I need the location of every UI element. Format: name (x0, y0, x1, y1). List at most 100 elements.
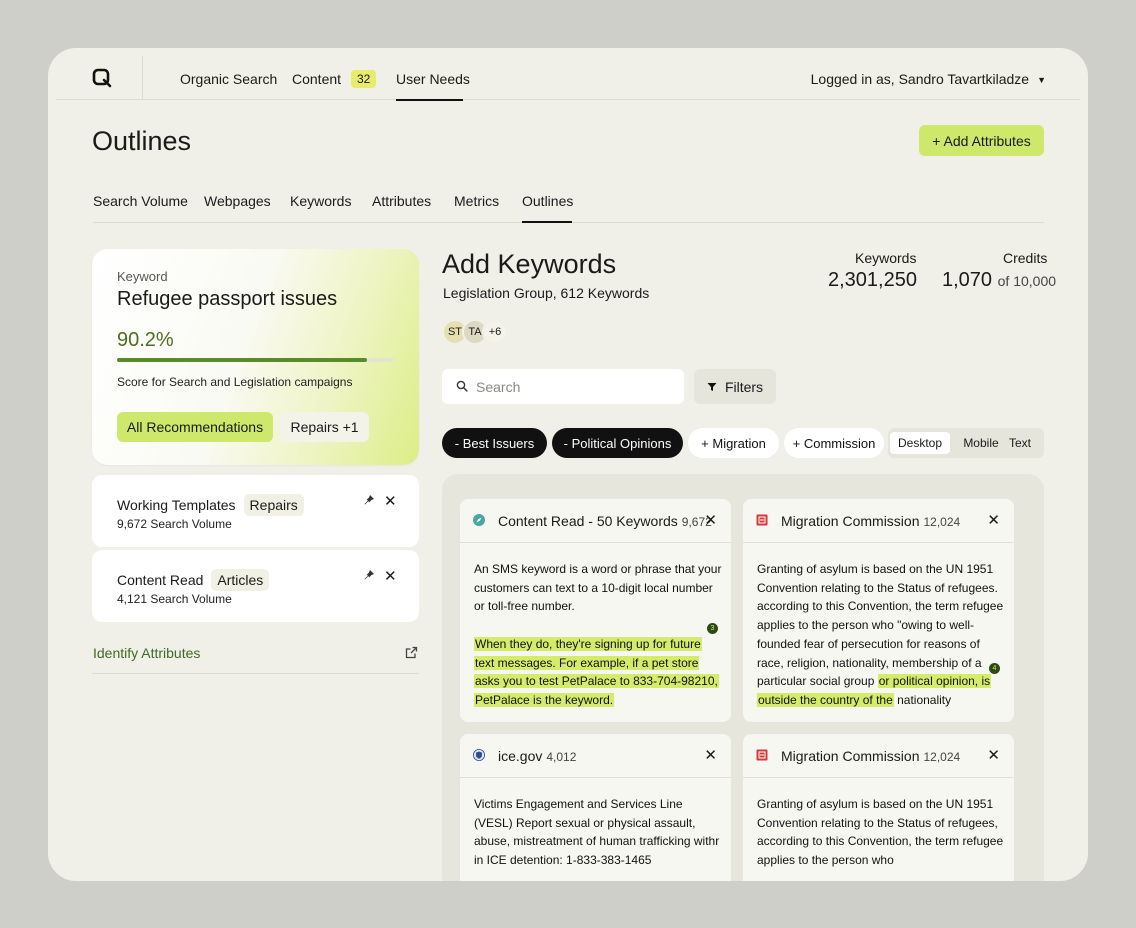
result-card[interactable]: Migration Commission 12,024 ✕ Granting of… (743, 499, 1014, 722)
result-card[interactable]: Migration Commission 12,024 ✕ Granting of… (743, 734, 1014, 881)
result-card-header: ice.gov 4,012 ✕ (460, 734, 731, 778)
template-card-content-read[interactable]: Content Read Articles 4,121 Search Volume… (92, 550, 419, 622)
template-tag: Repairs (243, 494, 304, 516)
result-text-continued: nationality (897, 692, 952, 707)
template-search-volume: 4,121 Search Volume (117, 592, 232, 606)
keyword-score-card: Keyword Refugee passport issues 90.2% Sc… (92, 249, 419, 465)
tab-webpages[interactable]: Webpages (204, 193, 271, 209)
result-title: Migration Commission 12,024 (781, 748, 960, 764)
close-icon[interactable]: ✕ (704, 511, 717, 529)
close-icon[interactable]: ✕ (987, 746, 1000, 764)
compass-icon (473, 514, 485, 526)
credits-stat-label: Credits (1003, 250, 1048, 266)
chip-migration[interactable]: + Migration (688, 428, 779, 458)
result-body: Victims Engagement and Services Line (VE… (474, 797, 720, 868)
external-link-icon[interactable] (404, 645, 419, 660)
app-window: Organic Search Content 32 User Needs Log… (48, 48, 1088, 881)
result-title-text: Content Read - 50 Keywords (498, 513, 678, 529)
template-title: Working Templates Repairs (117, 494, 304, 516)
view-option-mobile[interactable]: Mobile (958, 432, 1004, 454)
result-title: Content Read - 50 Keywords 9,672 (498, 513, 712, 529)
filter-icon (707, 382, 717, 391)
view-mode-toggle: Desktop Mobile Text (888, 428, 1044, 458)
active-tab-indicator (522, 221, 572, 223)
result-title-text: Migration Commission (781, 513, 920, 529)
add-attributes-button[interactable]: + Add Attributes (919, 125, 1044, 156)
content-count-badge: 32 (351, 70, 377, 88)
tab-attributes[interactable]: Attributes (372, 193, 431, 209)
tab-keywords[interactable]: Keywords (290, 193, 351, 209)
highlight-marker[interactable]: 4 (989, 663, 1000, 674)
caret-down-icon: ▼ (1037, 75, 1046, 85)
close-icon[interactable]: ✕ (704, 746, 717, 764)
divider (92, 673, 419, 674)
repairs-button[interactable]: Repairs +1 (280, 412, 369, 442)
result-card[interactable]: Content Read - 50 Keywords 9,672 ✕ An SMS… (460, 499, 731, 722)
identify-attributes-link[interactable]: Identify Attributes (93, 645, 200, 661)
template-tag: Articles (211, 569, 270, 591)
template-card-working-templates[interactable]: Working Templates Repairs 9,672 Search Vo… (92, 475, 419, 547)
page-title: Outlines (92, 126, 192, 156)
document-icon (756, 749, 768, 761)
nav-item-user-needs[interactable]: User Needs (396, 71, 470, 87)
nav-item-content[interactable]: Content (292, 71, 341, 87)
template-search-volume: 9,672 Search Volume (117, 517, 232, 531)
close-icon[interactable]: ✕ (384, 492, 397, 510)
result-text: Granting of asylum is based on the UN 19… (757, 562, 1004, 689)
highlight-marker[interactable]: 3 (707, 623, 718, 634)
filters-label: Filters (724, 378, 764, 395)
credits-total: of 10,000 (997, 273, 1057, 289)
keywords-stat-value: 2,301,250 (828, 269, 917, 291)
search-input[interactable] (476, 377, 671, 397)
shield-seal-icon (473, 749, 485, 761)
keyword-score: 90.2% (117, 329, 174, 351)
search-icon (456, 380, 468, 392)
keyword-label: Keyword (117, 269, 168, 284)
result-body: Granting of asylum is based on the UN 19… (757, 797, 1004, 868)
top-navigation: Organic Search Content 32 User Needs Log… (56, 48, 1080, 101)
document-icon (756, 514, 768, 526)
tab-metrics[interactable]: Metrics (454, 193, 499, 209)
chip-political-opinions[interactable]: - Political Opinions (552, 428, 683, 458)
tab-bar: Search Volume Webpages Keywords Attribut… (93, 193, 1044, 223)
active-nav-indicator (396, 99, 463, 101)
result-title: Migration Commission 12,024 (781, 513, 960, 529)
chip-commission[interactable]: + Commission (784, 428, 884, 458)
add-keywords-subtitle: Legislation Group, 612 Keywords (443, 285, 650, 301)
result-card-header: Content Read - 50 Keywords 9,672 ✕ (460, 499, 731, 543)
logo-icon[interactable] (92, 68, 112, 88)
template-title-text: Content Read (117, 572, 204, 588)
pin-icon[interactable] (363, 569, 375, 581)
search-field[interactable] (442, 369, 684, 404)
nav-item-organic-search[interactable]: Organic Search (180, 71, 277, 87)
view-option-desktop[interactable]: Desktop (890, 432, 950, 454)
filters-button[interactable]: Filters (694, 369, 776, 404)
score-progress-fill (117, 358, 367, 362)
keyword-value: Refugee passport issues (117, 288, 338, 310)
all-recommendations-button[interactable]: All Recommendations (117, 412, 273, 442)
result-count: 12,024 (923, 515, 961, 529)
keywords-stat-label: Keywords (855, 250, 917, 266)
result-body: An SMS keyword is a word or phrase that … (474, 560, 722, 710)
highlighted-text: When they do, they're signing up for fut… (474, 636, 719, 707)
view-option-text[interactable]: Text (1006, 432, 1034, 454)
more-avatars-count[interactable]: +6 (482, 319, 508, 345)
user-menu[interactable]: Logged in as, Sandro Tavartkiladze ▼ (811, 71, 1046, 87)
result-count: 4,012 (546, 750, 577, 764)
result-card[interactable]: ice.gov 4,012 ✕ Victims Engagement and Se… (460, 734, 731, 881)
score-description: Score for Search and Legislation campaig… (117, 375, 353, 389)
tab-search-volume[interactable]: Search Volume (93, 193, 188, 209)
close-icon[interactable]: ✕ (987, 511, 1000, 529)
result-card-header: Migration Commission 12,024 ✕ (743, 499, 1014, 543)
tab-outlines[interactable]: Outlines (522, 193, 573, 209)
chip-best-issuers[interactable]: - Best Issuers (442, 428, 547, 458)
result-body: Granting of asylum is based on the UN 19… (757, 560, 1005, 710)
result-count: 12,024 (923, 750, 961, 764)
template-title: Content Read Articles (117, 569, 270, 591)
close-icon[interactable]: ✕ (384, 567, 397, 585)
pin-icon[interactable] (363, 494, 375, 506)
result-card-header: Migration Commission 12,024 ✕ (743, 734, 1014, 778)
template-title-text: Working Templates (117, 497, 236, 513)
credits-stat-value: 1,070 of 10,000 (942, 269, 1056, 292)
result-title-text: ice.gov (498, 748, 543, 764)
